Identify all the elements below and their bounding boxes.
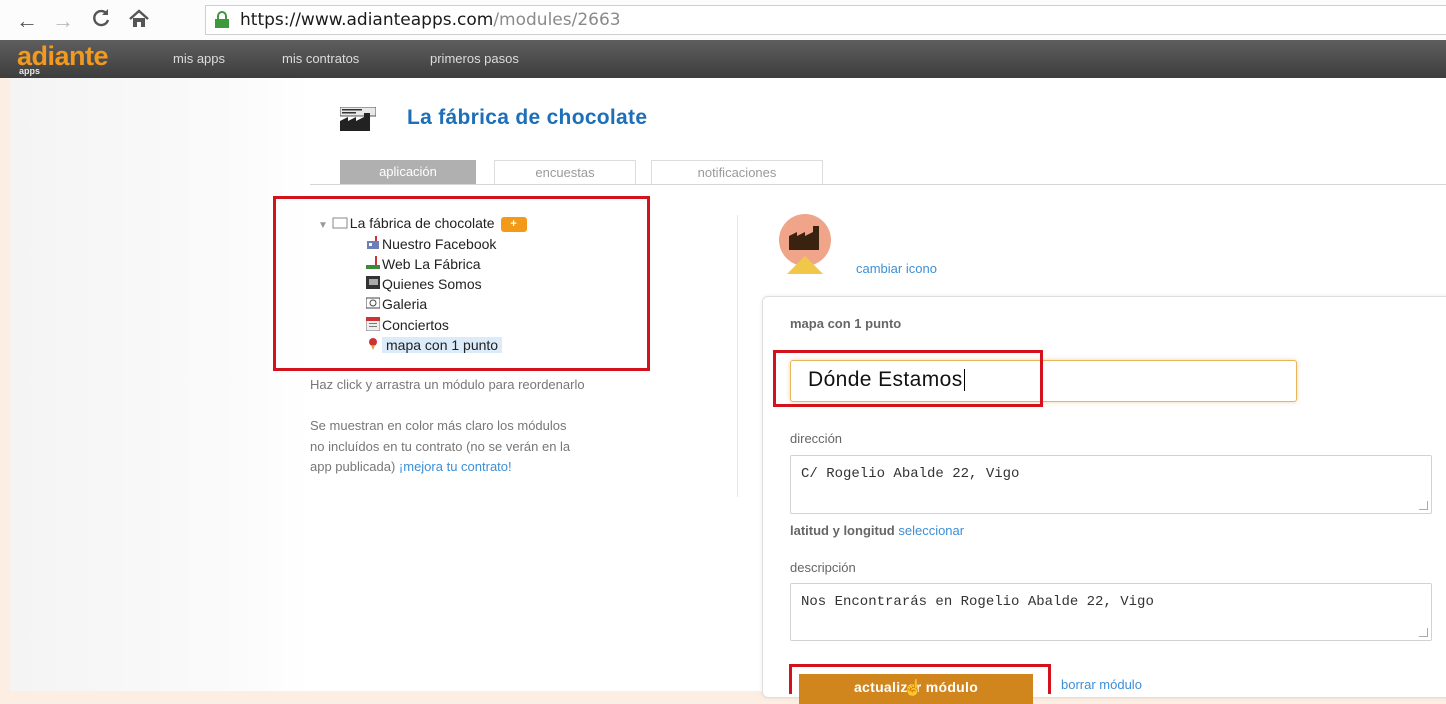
reorder-hint: Haz click y arrastra un módulo para reor… — [310, 377, 585, 392]
tab-notificaciones[interactable]: notificaciones — [651, 160, 823, 185]
column-divider — [737, 215, 738, 497]
module-map-icon[interactable] — [771, 214, 841, 276]
site-navbar: adiante apps mis apps mis contratos prim… — [0, 40, 1446, 78]
module-type-label: mapa con 1 punto — [790, 316, 902, 331]
factory-icon — [339, 106, 377, 131]
tab-encuestas[interactable]: encuestas — [494, 160, 636, 185]
forward-arrow-icon[interactable]: → — [52, 8, 74, 34]
home-icon[interactable] — [128, 9, 150, 35]
resize-grip-icon[interactable] — [1419, 628, 1428, 637]
browser-toolbar: ← → https://www.adianteapps.com/modules/… — [0, 0, 1446, 41]
address-field[interactable]: C/ Rogelio Abalde 22, Vigo — [790, 455, 1432, 514]
contract-note-2: no incluídos en tu contrato (no se verán… — [310, 439, 571, 454]
lock-icon — [213, 11, 231, 34]
nav-mis-apps[interactable]: mis apps — [173, 51, 225, 66]
nav-primeros-pasos[interactable]: primeros pasos — [430, 51, 519, 66]
delete-module-link[interactable]: borrar módulo — [1061, 677, 1142, 692]
tabs-divider — [310, 184, 1446, 185]
description-label: descripción — [790, 560, 856, 575]
brand-logo-sub: apps — [19, 66, 41, 76]
contract-note-3: app publicada) ¡mejora tu contrato! — [310, 459, 512, 474]
highlight-box-title — [773, 350, 1043, 407]
address-label: dirección — [790, 431, 843, 446]
address-bar[interactable]: https://www.adianteapps.com/modules/2663 — [205, 5, 1446, 35]
latlon-row: latitud y longitud seleccionar — [790, 523, 965, 538]
change-icon-link[interactable]: cambiar icono — [856, 261, 937, 276]
url-text: https://www.adianteapps.com/modules/2663 — [240, 10, 621, 30]
highlight-box-update — [789, 664, 1051, 694]
upgrade-contract-link[interactable]: ¡mejora tu contrato! — [399, 459, 512, 474]
nav-mis-contratos[interactable]: mis contratos — [282, 51, 359, 66]
description-field[interactable]: Nos Encontrarás en Rogelio Abalde 22, Vi… — [790, 583, 1432, 641]
tab-aplicacion[interactable]: aplicación — [340, 160, 476, 184]
back-arrow-icon[interactable]: ← — [16, 8, 38, 34]
resize-grip-icon[interactable] — [1419, 501, 1428, 510]
contract-note-1: Se muestran en color más claro los módul… — [310, 418, 567, 433]
app-title: La fábrica de chocolate — [407, 106, 648, 129]
select-latlon-link[interactable]: seleccionar — [898, 523, 964, 538]
highlight-box-tree — [273, 196, 650, 371]
reload-icon[interactable] — [91, 8, 111, 34]
